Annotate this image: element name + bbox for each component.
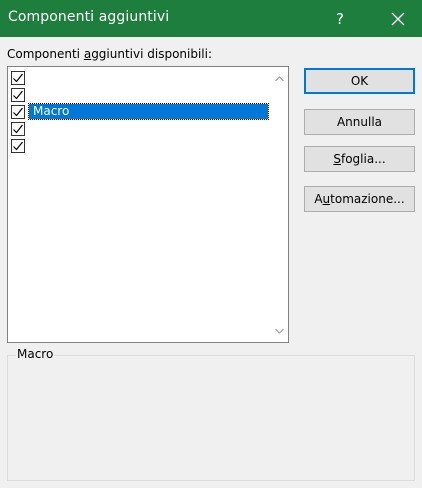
scroll-down-button[interactable] xyxy=(271,322,288,339)
label-part: Componenti xyxy=(7,47,84,61)
button-label: foglia... xyxy=(340,152,386,166)
label-part: ggiuntivi disponibili: xyxy=(91,47,213,61)
addin-checkbox[interactable] xyxy=(11,104,25,119)
addin-label xyxy=(29,138,268,153)
button-label: tomazione... xyxy=(330,192,405,206)
description-title: Macro xyxy=(16,347,55,361)
cancel-button[interactable]: Annulla xyxy=(304,109,415,135)
addins-listbox[interactable]: Macro xyxy=(7,66,289,343)
description-groupbox xyxy=(7,355,415,481)
addin-checkbox[interactable] xyxy=(11,138,25,153)
scroll-up-button[interactable] xyxy=(271,70,288,87)
addin-label xyxy=(29,121,268,136)
addin-label xyxy=(29,87,268,102)
checkmark-icon xyxy=(13,73,23,82)
addin-label xyxy=(29,70,268,85)
chevron-down-icon xyxy=(275,328,284,334)
help-button[interactable]: ? xyxy=(320,0,360,37)
close-button[interactable] xyxy=(374,0,422,37)
list-item[interactable] xyxy=(10,69,268,86)
title-bar: Componenti aggiuntivi ? xyxy=(0,0,422,37)
checkmark-icon xyxy=(13,107,23,116)
addin-checkbox[interactable] xyxy=(11,87,25,102)
checkmark-icon xyxy=(13,90,23,99)
checkmark-icon xyxy=(13,124,23,133)
close-icon xyxy=(391,12,405,25)
button-accel: u xyxy=(322,192,331,206)
addin-checkbox[interactable] xyxy=(11,121,25,136)
button-label: A xyxy=(314,192,323,206)
addin-checkbox[interactable] xyxy=(11,70,25,85)
checkmark-icon xyxy=(13,141,23,150)
list-item[interactable] xyxy=(10,86,268,103)
browse-button[interactable]: Sfoglia... xyxy=(304,146,415,172)
list-item[interactable] xyxy=(10,137,268,154)
window-title: Componenti aggiuntivi xyxy=(8,9,170,25)
list-item[interactable] xyxy=(10,120,268,137)
addin-label: Macro xyxy=(28,103,269,120)
automation-button[interactable]: Au tomazione... xyxy=(304,186,415,212)
list-item-selected[interactable]: Macro xyxy=(10,103,269,120)
ok-button[interactable]: OK xyxy=(304,68,415,94)
button-accel: S xyxy=(333,152,341,166)
available-addins-label: Componenti aggiuntivi disponibili: xyxy=(7,47,212,61)
vertical-scrollbar[interactable] xyxy=(271,67,288,342)
chevron-up-icon xyxy=(275,75,284,81)
